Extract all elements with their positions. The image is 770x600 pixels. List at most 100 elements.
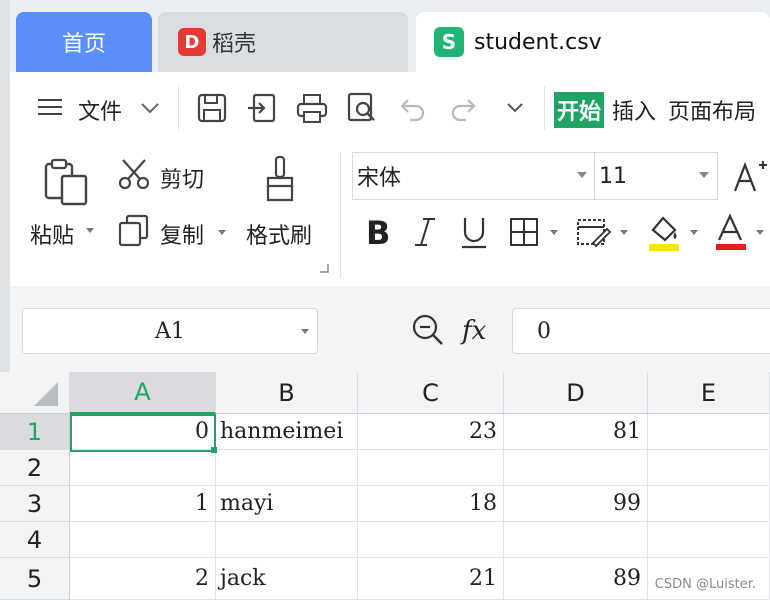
svg-text:B: B xyxy=(366,215,390,249)
clipboard-launcher-icon[interactable] xyxy=(318,262,330,274)
cell-style-icon[interactable] xyxy=(574,214,612,250)
format-painter-icon[interactable] xyxy=(260,154,304,204)
export-icon[interactable] xyxy=(244,90,280,126)
menu-file[interactable]: 文件 xyxy=(78,94,122,126)
cell-e4[interactable] xyxy=(648,522,770,558)
select-all-corner[interactable] xyxy=(0,372,70,414)
watermark: CSDN @Luister. xyxy=(654,577,756,592)
column-header-e[interactable]: E xyxy=(648,372,770,414)
cell-e1[interactable] xyxy=(648,414,770,450)
cut-icon[interactable] xyxy=(116,156,152,192)
row-header-5[interactable]: 5 xyxy=(0,558,70,600)
font-name-value: 宋体 xyxy=(357,166,402,191)
borders-icon[interactable] xyxy=(506,214,542,250)
cell-c1[interactable]: 23 xyxy=(358,414,504,450)
menu-insert-tab[interactable]: 插入 xyxy=(612,94,656,126)
column-header-a[interactable]: A xyxy=(70,372,216,414)
fill-color-dropdown-icon[interactable] xyxy=(690,230,698,235)
redo-icon[interactable] xyxy=(446,92,480,124)
font-size-select[interactable]: 11 xyxy=(594,152,718,200)
tab-docer-label: 稻壳 xyxy=(212,32,257,57)
increase-font-size-icon[interactable] xyxy=(730,156,770,196)
tab-student-csv[interactable]: S student.csv xyxy=(416,12,770,72)
font-color-dropdown-icon[interactable] xyxy=(756,230,764,235)
spreadsheet-grid: A B C D E 1 2 3 4 5 0 hanmeimei 23 81 1 … xyxy=(0,372,770,600)
tab-bar: 首页 D 稻壳 S student.csv xyxy=(0,0,770,72)
hamburger-menu-icon[interactable] xyxy=(34,96,66,118)
cut-button-label[interactable]: 剪切 xyxy=(160,162,204,194)
cell-b3[interactable]: mayi xyxy=(216,486,358,522)
ribbon: 文件 开始 插入 页面布局 粘贴 剪切 复制 格式刷 宋体 11 B xyxy=(10,72,770,286)
name-box[interactable]: A1 xyxy=(22,308,318,354)
cell-d2[interactable] xyxy=(504,450,648,486)
cell-d4[interactable] xyxy=(504,522,648,558)
spreadsheet-logo-icon: S xyxy=(434,27,464,57)
more-chevron-icon[interactable] xyxy=(504,100,526,116)
cell-e3[interactable] xyxy=(648,486,770,522)
divider xyxy=(340,152,341,278)
cell-a1[interactable]: 0 xyxy=(70,414,216,450)
cell-e2[interactable] xyxy=(648,450,770,486)
cell-d5[interactable]: 89 xyxy=(504,558,648,600)
copy-icon[interactable] xyxy=(116,212,152,248)
copy-dropdown-icon[interactable] xyxy=(218,230,226,235)
font-name-select[interactable]: 宋体 xyxy=(352,152,596,200)
cell-c2[interactable] xyxy=(358,450,504,486)
name-box-value: A1 xyxy=(155,318,185,344)
cell-d3[interactable]: 99 xyxy=(504,486,648,522)
cell-b1[interactable]: hanmeimei xyxy=(216,414,358,450)
underline-icon[interactable] xyxy=(456,212,492,252)
formula-bar: A1 fx 0 xyxy=(10,286,770,372)
font-size-value: 11 xyxy=(599,163,627,189)
menu-start-tab[interactable]: 开始 xyxy=(554,92,605,128)
row-header-1[interactable]: 1 xyxy=(0,414,70,450)
font-size-dropdown-icon xyxy=(699,172,709,178)
insert-function-button[interactable]: fx xyxy=(462,316,486,346)
column-header-d[interactable]: D xyxy=(504,372,648,414)
paste-dropdown-icon[interactable] xyxy=(86,228,94,233)
row-header-4[interactable]: 4 xyxy=(0,522,70,558)
row-header-2[interactable]: 2 xyxy=(0,450,70,486)
cell-a4[interactable] xyxy=(70,522,216,558)
name-box-dropdown-icon xyxy=(301,329,309,334)
paste-icon[interactable] xyxy=(38,154,94,210)
menu-page-layout-tab[interactable]: 页面布局 xyxy=(668,94,756,126)
cell-c5[interactable]: 21 xyxy=(358,558,504,600)
divider xyxy=(544,86,545,130)
row-header-3[interactable]: 3 xyxy=(0,486,70,522)
cell-b2[interactable] xyxy=(216,450,358,486)
font-name-dropdown-icon xyxy=(577,172,587,178)
save-icon[interactable] xyxy=(194,90,230,126)
cell-d1[interactable]: 81 xyxy=(504,414,648,450)
column-header-c[interactable]: C xyxy=(358,372,504,414)
copy-button-label[interactable]: 复制 xyxy=(160,218,204,250)
cell-a2[interactable] xyxy=(70,450,216,486)
tab-home[interactable]: 首页 xyxy=(16,12,152,72)
borders-dropdown-icon[interactable] xyxy=(550,230,558,235)
cell-style-dropdown-icon[interactable] xyxy=(620,230,628,235)
print-icon[interactable] xyxy=(294,90,330,126)
tab-docer[interactable]: D 稻壳 xyxy=(158,12,408,72)
format-painter-label[interactable]: 格式刷 xyxy=(246,218,312,250)
cell-a5[interactable]: 2 xyxy=(70,558,216,600)
fill-color-icon[interactable] xyxy=(644,210,684,254)
cell-a3[interactable]: 1 xyxy=(70,486,216,522)
zoom-search-icon[interactable] xyxy=(410,312,446,348)
print-preview-icon[interactable] xyxy=(344,90,380,126)
cell-c4[interactable] xyxy=(358,522,504,558)
column-header-b[interactable]: B xyxy=(216,372,358,414)
fill-handle[interactable] xyxy=(211,447,217,453)
bold-icon[interactable]: B xyxy=(360,212,396,252)
cell-b4[interactable] xyxy=(216,522,358,558)
font-color-icon[interactable] xyxy=(712,210,750,254)
italic-icon[interactable] xyxy=(410,212,440,252)
undo-icon[interactable] xyxy=(396,92,430,124)
formula-value: 0 xyxy=(537,318,551,344)
chevron-down-icon[interactable] xyxy=(138,98,162,118)
cell-b5[interactable]: jack xyxy=(216,558,358,600)
paste-button-label[interactable]: 粘贴 xyxy=(30,218,74,250)
formula-input[interactable]: 0 xyxy=(512,308,770,354)
tab-file-label: student.csv xyxy=(474,29,602,55)
cell-c3[interactable]: 18 xyxy=(358,486,504,522)
divider xyxy=(178,86,179,130)
